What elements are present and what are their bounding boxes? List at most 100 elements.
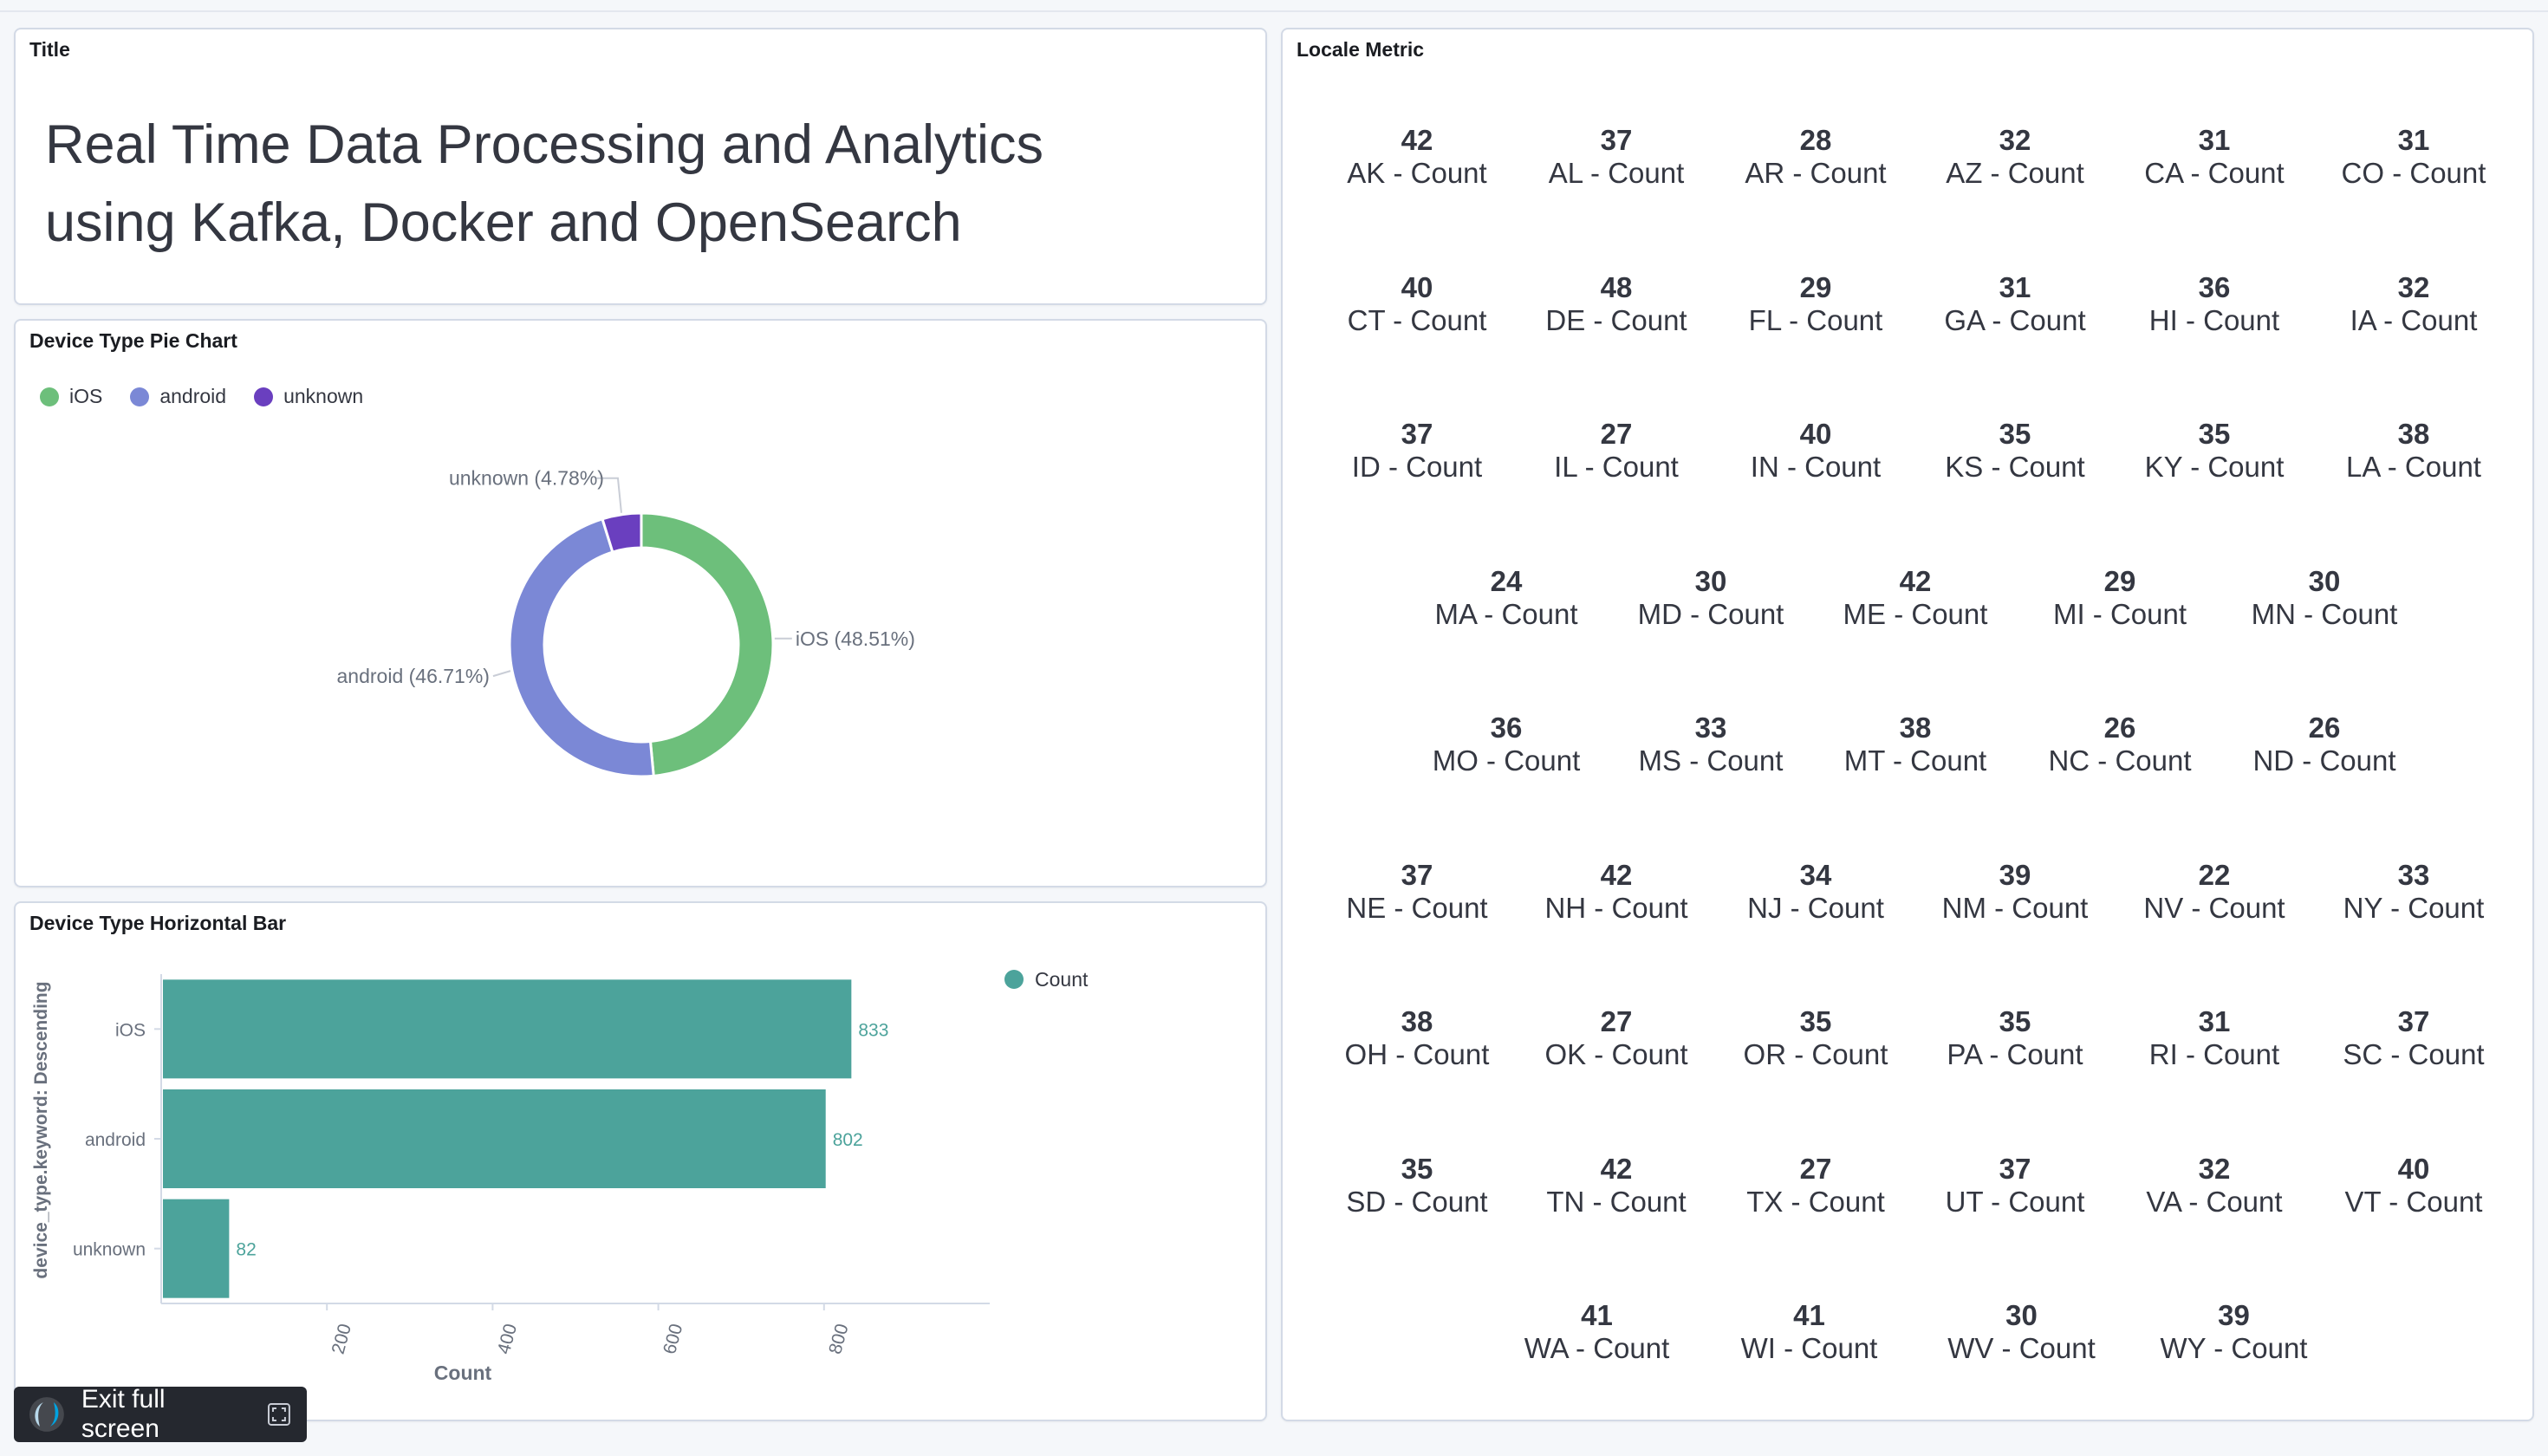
metric-label: MI - Count xyxy=(2052,597,2187,630)
metric-label: TN - Count xyxy=(1546,1185,1687,1218)
metric-item: 48 DE - Count xyxy=(1521,271,1712,359)
bar-value-label: 82 xyxy=(236,1240,256,1260)
metric-label: MA - Count xyxy=(1434,597,1578,630)
metric-label: MN - Count xyxy=(2251,597,2398,630)
metric-label: IL - Count xyxy=(1554,451,1679,483)
metric-item: 39 WY - Count xyxy=(2139,1300,2330,1387)
metric-value: 33 xyxy=(1694,712,1727,744)
metric-value: 35 xyxy=(1799,1005,1832,1037)
metric-item: 42 AK - Count xyxy=(1322,125,1512,211)
metric-value: 35 xyxy=(1401,1152,1433,1185)
metric-value: 31 xyxy=(1999,270,2031,303)
x-tick-label: 800 xyxy=(825,1322,852,1356)
metric-item: 24 MA - Count xyxy=(1411,564,1602,653)
exit-full-screen-button[interactable]: Exit full screen xyxy=(14,1385,307,1443)
metric-value: 35 xyxy=(2198,418,2231,450)
metric-value: 41 xyxy=(1793,1299,1825,1331)
metric-item: 28 AR - Count xyxy=(1720,125,1911,211)
metric-label: LA - Count xyxy=(2346,451,2481,483)
metric-item: 37 UT - Count xyxy=(1920,1153,2110,1240)
metric-value: 34 xyxy=(1799,858,1832,891)
metric-item: 34 NJ - Count xyxy=(1720,858,1911,946)
metric-item: 27 OK - Count xyxy=(1521,1006,1712,1093)
top-bar xyxy=(0,0,2548,12)
metric-item: 42 ME - Count xyxy=(1820,565,2011,653)
metric-label: GA - Count xyxy=(1944,303,2086,336)
metric-item: 29 MI - Count xyxy=(2025,565,2215,653)
x-tick-label: 200 xyxy=(328,1322,355,1356)
metric-item: 40 CT - Count xyxy=(1322,271,1512,359)
pie-slice-iOS[interactable] xyxy=(640,511,775,777)
metric-label: UT - Count xyxy=(1945,1185,2085,1218)
metric-label: NH - Count xyxy=(1544,891,1688,924)
pie-slice-android[interactable] xyxy=(508,517,655,778)
metric-label: KY - Count xyxy=(2144,451,2285,483)
metric-value: 42 xyxy=(1401,124,1433,156)
exit-full-screen-label: Exit full screen xyxy=(81,1385,166,1443)
metric-value: 39 xyxy=(2218,1299,2250,1331)
metric-row: 36 MO - Count 33 MS - Count 38 MT - Count 26 NC… xyxy=(1404,712,2427,799)
bar-iOS[interactable] xyxy=(163,979,852,1079)
metric-value: 31 xyxy=(2397,124,2430,156)
metric-label: SD - Count xyxy=(1346,1185,1488,1218)
metric-label: WA - Count xyxy=(1524,1332,1670,1364)
metric-label: TX - Count xyxy=(1746,1185,1885,1218)
bar-android[interactable] xyxy=(163,1089,826,1188)
locale-metric-panel: Locale Metric 42 AK - Count 37 AL - Count 28… xyxy=(1281,28,2534,1421)
metric-item: 35 OR - Count xyxy=(1720,1006,1911,1093)
fullscreen-icon xyxy=(268,1403,291,1426)
metric-label: WV - Count xyxy=(1947,1332,2096,1364)
metric-value: 38 xyxy=(2397,418,2430,450)
bar-unknown[interactable] xyxy=(163,1199,230,1298)
metric-item: 38 OH - Count xyxy=(1322,1006,1512,1093)
metric-label: CT - Count xyxy=(1347,303,1487,336)
metric-value: 32 xyxy=(2198,1152,2231,1185)
metric-value: 42 xyxy=(1600,858,1633,891)
metric-value: 36 xyxy=(1490,712,1523,744)
y-axis-title: device_type.keyword: Descending xyxy=(31,981,51,1278)
metric-label: NJ - Count xyxy=(1747,891,1884,924)
metric-value: 40 xyxy=(2397,1152,2430,1185)
donut-chart: iOS (48.51%) android (46.71%) unknown (4.7… xyxy=(337,467,915,778)
dashboard-heading: Real Time Data Processing and Analytics … xyxy=(45,114,1044,253)
metric-item: 32 VA - Count xyxy=(2119,1152,2310,1240)
metric-label: RI - Count xyxy=(2148,1038,2280,1070)
metric-label: CA - Count xyxy=(2144,157,2285,189)
metric-label: KS - Count xyxy=(1945,451,2085,483)
metric-label: PA - Count xyxy=(1947,1038,2083,1070)
metric-item: 22 NV - Count xyxy=(2119,859,2310,946)
metric-row: 37 NE - Count 42 NH - Count 34 NJ - Count 39 NM… xyxy=(1317,858,2513,946)
metric-value: 27 xyxy=(1600,418,1633,450)
horizontal-bar-chart: iOS 833 android 802 unknown 82 200 400 600 800 Cou… xyxy=(31,968,1089,1384)
metric-value: 37 xyxy=(1401,858,1433,891)
metric-label: IA - Count xyxy=(2350,303,2478,336)
metric-value: 32 xyxy=(2397,270,2430,303)
y-tick-label: unknown xyxy=(73,1240,146,1260)
metric-label: HI - Count xyxy=(2148,303,2280,336)
metric-label: SC - Count xyxy=(2343,1038,2485,1070)
metric-item: 31 CO - Count xyxy=(2318,125,2509,211)
panel-title: Title xyxy=(29,38,70,61)
metric-label: AK - Count xyxy=(1347,157,1487,189)
metric-item: 35 PA - Count xyxy=(1920,1006,2110,1093)
x-tick-label: 400 xyxy=(494,1322,521,1356)
metric-item: 31 GA - Count xyxy=(1920,270,2110,359)
slice-label: android (46.71%) xyxy=(337,665,490,687)
metric-value: 30 xyxy=(1694,564,1727,597)
metric-value: 41 xyxy=(1581,1299,1613,1331)
metric-label: WY - Count xyxy=(2160,1332,2308,1364)
metric-label: ND - Count xyxy=(2252,744,2396,777)
metric-row: 35 SD - Count 42 TN - Count 27 TX - Count 37 UT… xyxy=(1317,1152,2513,1240)
metric-value: 40 xyxy=(1799,418,1832,450)
y-tick-label: iOS xyxy=(115,1020,146,1040)
metric-label: OR - Count xyxy=(1743,1038,1888,1070)
metric-item: 36 MO - Count xyxy=(1411,712,1602,799)
metric-value: 37 xyxy=(1401,418,1433,450)
metric-row: 41 WA - Count 41 WI - Count 30 WV - Count 39 WY… xyxy=(1491,1300,2340,1387)
metric-row: 40 CT - Count 48 DE - Count 29 FL - Count 31 GA… xyxy=(1317,270,2513,359)
metric-value: 39 xyxy=(1999,858,2031,891)
legend-label-count[interactable]: Count xyxy=(1035,968,1089,991)
metric-label: ME - Count xyxy=(1843,597,1988,630)
metric-value: 24 xyxy=(1490,564,1523,597)
metric-value: 27 xyxy=(1799,1152,1832,1185)
